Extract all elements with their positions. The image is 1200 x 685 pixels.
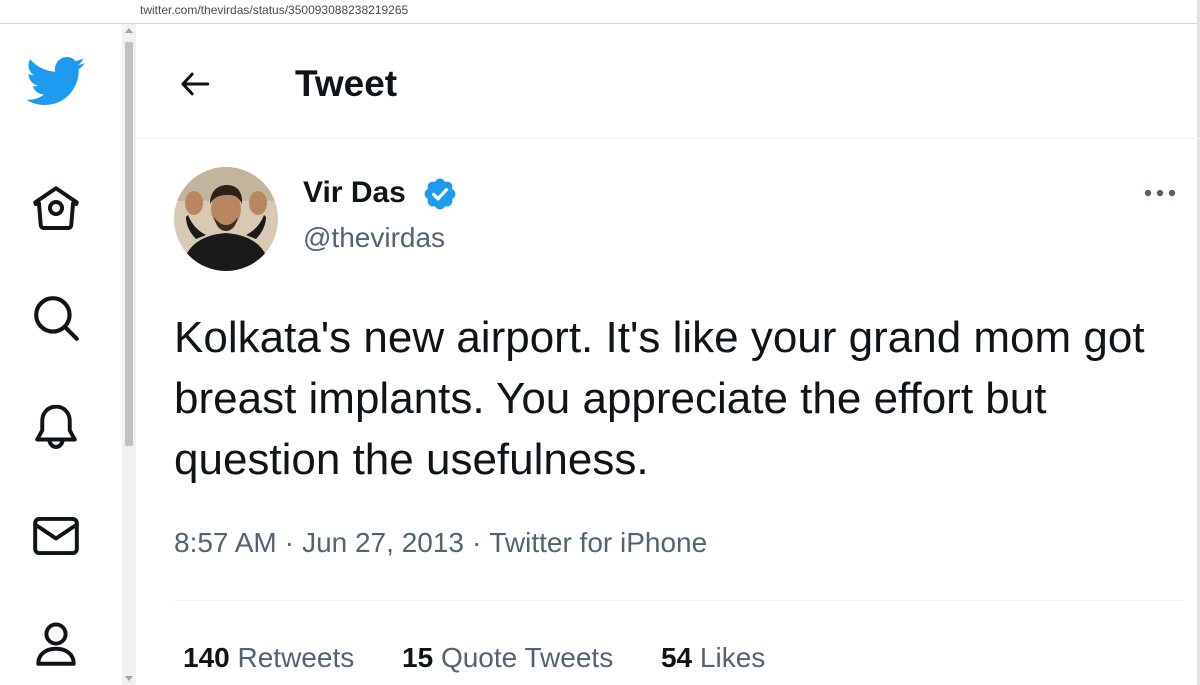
scrollbar-thumb[interactable] bbox=[125, 42, 133, 446]
tweet-date[interactable]: Jun 27, 2013 bbox=[302, 527, 464, 558]
browser-url-bar[interactable]: twitter.com/thevirdas/status/35009308823… bbox=[0, 0, 1200, 24]
quote-tweets-stat[interactable]: 15 Quote Tweets bbox=[402, 640, 613, 676]
verified-badge-icon bbox=[424, 178, 456, 210]
search-icon[interactable] bbox=[26, 288, 86, 348]
back-button[interactable] bbox=[175, 64, 215, 104]
retweets-label: Retweets bbox=[237, 642, 355, 673]
author-avatar[interactable] bbox=[174, 167, 278, 271]
tweet-time[interactable]: 8:57 AM bbox=[174, 527, 277, 558]
mail-icon[interactable] bbox=[26, 506, 86, 566]
page-title: Tweet bbox=[295, 63, 398, 104]
likes-stat[interactable]: 54 Likes bbox=[661, 640, 765, 676]
retweets-stat[interactable]: 140 Retweets bbox=[183, 640, 354, 676]
quote-tweets-label: Quote Tweets bbox=[440, 642, 614, 673]
bell-icon[interactable] bbox=[26, 397, 86, 457]
home-icon[interactable] bbox=[26, 178, 86, 238]
retweets-count: 140 bbox=[183, 642, 230, 673]
page-header: Tweet bbox=[137, 24, 1200, 139]
meta-separator: · bbox=[284, 527, 295, 558]
tweet-text: Kolkata's new airport. It's like your gr… bbox=[174, 313, 1145, 484]
back-arrow-icon bbox=[181, 72, 210, 96]
tweet-source[interactable]: Twitter for iPhone bbox=[489, 527, 707, 558]
sidebar bbox=[0, 24, 122, 685]
scroll-up-arrow-icon[interactable] bbox=[125, 28, 133, 33]
profile-icon[interactable] bbox=[26, 614, 86, 674]
url-text[interactable]: twitter.com/thevirdas/status/35009308823… bbox=[140, 3, 408, 17]
likes-label: Likes bbox=[699, 642, 766, 673]
author-handle[interactable]: @thevirdas bbox=[303, 222, 445, 254]
meta-separator: · bbox=[471, 527, 482, 558]
scroll-down-arrow-icon[interactable] bbox=[125, 676, 133, 681]
twitter-bird-icon[interactable] bbox=[26, 52, 86, 112]
likes-count: 54 bbox=[660, 642, 693, 673]
tweet-meta: 8:57 AM · Jun 27, 2013 · Twitter for iPhone bbox=[174, 524, 707, 562]
more-dots-icon bbox=[1144, 189, 1176, 197]
more-options-button[interactable] bbox=[1140, 178, 1180, 208]
tweet-stats: 140 Retweets 15 Quote Tweets 54 Likes bbox=[183, 640, 805, 676]
quote-tweets-count: 15 bbox=[402, 642, 434, 673]
divider bbox=[174, 600, 1184, 601]
author-name[interactable]: Vir Das bbox=[303, 176, 406, 210]
scrollbar[interactable] bbox=[122, 24, 136, 685]
